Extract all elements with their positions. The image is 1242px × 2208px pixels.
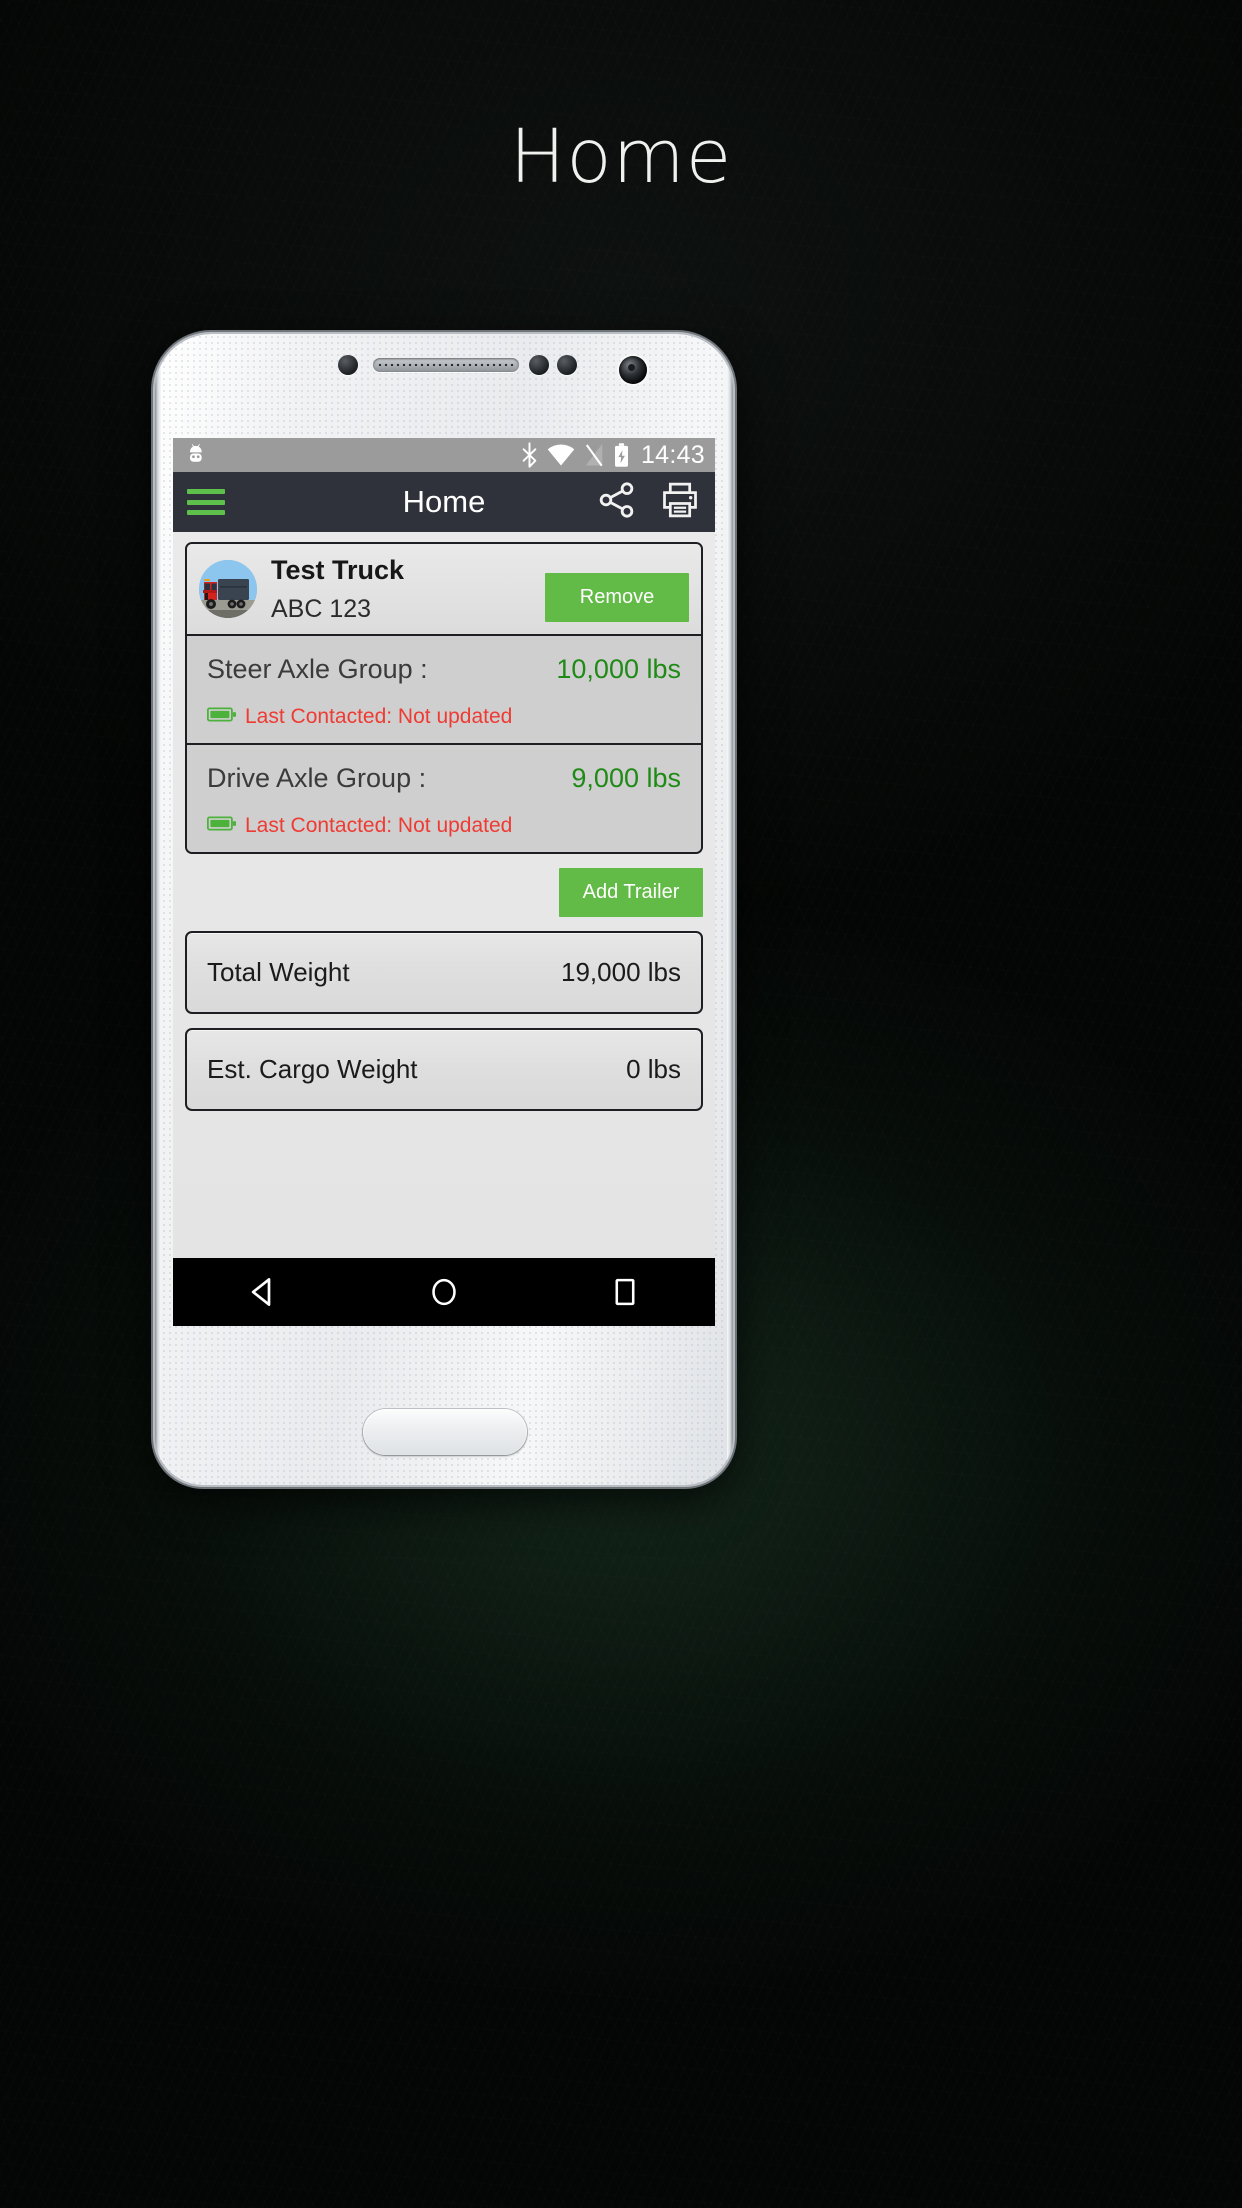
truck-header: Test Truck ABC 123 Remove xyxy=(187,544,701,635)
truck-card: Test Truck ABC 123 Remove Steer Axle Gro… xyxy=(185,542,703,855)
notification-led xyxy=(557,355,577,375)
remove-button-container: Remove xyxy=(545,573,689,624)
axle-group-status: Last Contacted: Not updated xyxy=(206,814,681,838)
hamburger-bar xyxy=(187,499,225,505)
remove-button[interactable]: Remove xyxy=(545,573,689,623)
est-cargo-weight-value: 0 lbs xyxy=(626,1054,681,1085)
axle-group-label: Drive Axle Group : xyxy=(207,763,427,794)
truck-photo xyxy=(199,560,257,619)
status-bar-clock: 14:43 xyxy=(640,440,705,469)
est-cargo-weight-label: Est. Cargo Weight xyxy=(207,1054,418,1085)
wifi-icon xyxy=(547,442,575,468)
battery-charging-icon xyxy=(613,442,630,468)
phone-device-mockup: 14:43 Home Test Truck ABC 123 Remove Ste… xyxy=(155,334,733,1485)
axle-group-summary: Drive Axle Group : 9,000 lbs xyxy=(207,763,681,794)
android-nav-bar xyxy=(173,1258,715,1326)
app-bar: Home xyxy=(173,472,715,532)
truck-info: Test Truck ABC 123 xyxy=(271,554,531,624)
status-bar-notifications xyxy=(185,442,211,468)
back-triangle-icon[interactable] xyxy=(228,1258,298,1326)
axle-group-summary: Steer Axle Group : 10,000 lbs xyxy=(207,654,681,685)
axle-group-row[interactable]: Steer Axle Group : 10,000 lbs Last Conta… xyxy=(187,634,701,744)
axle-group-status-text: Last Contacted: Not updated xyxy=(245,814,513,838)
android-icon xyxy=(185,442,211,468)
axle-group-label: Steer Axle Group : xyxy=(207,654,428,685)
print-icon[interactable] xyxy=(659,480,701,525)
phone-left-edge xyxy=(155,334,161,1485)
add-trailer-row: Add Trailer xyxy=(185,854,703,918)
axle-group-weight: 9,000 lbs xyxy=(571,763,681,794)
main-content: Test Truck ABC 123 Remove Steer Axle Gro… xyxy=(173,532,715,1258)
axle-group-status: Last Contacted: Not updated xyxy=(206,705,681,729)
battery-full-icon xyxy=(206,815,237,837)
truck-plate: ABC 123 xyxy=(271,595,372,624)
est-cargo-weight-card: Est. Cargo Weight 0 lbs xyxy=(185,1028,703,1112)
status-bar-icons: 14:43 xyxy=(521,442,705,468)
status-bar: 14:43 xyxy=(173,438,715,472)
physical-home-button[interactable] xyxy=(363,1409,527,1455)
app-bar-actions xyxy=(597,480,701,525)
phone-screen: 14:43 Home Test Truck ABC 123 Remove Ste… xyxy=(173,438,715,1326)
hamburger-menu-icon[interactable] xyxy=(187,489,225,515)
front-camera-icon xyxy=(619,356,647,384)
page-title: Home xyxy=(509,114,733,200)
signal-off-icon xyxy=(584,442,604,468)
axle-group-status-text: Last Contacted: Not updated xyxy=(245,705,513,729)
phone-right-edge xyxy=(727,334,733,1485)
bluetooth-icon xyxy=(521,442,538,468)
hamburger-bar xyxy=(187,489,225,494)
proximity-sensor xyxy=(338,355,358,375)
battery-full-icon xyxy=(206,706,237,728)
total-weight-label: Total Weight xyxy=(207,957,350,988)
axle-group-row[interactable]: Drive Axle Group : 9,000 lbs Last Contac… xyxy=(187,743,701,853)
home-circle-icon[interactable] xyxy=(409,1258,479,1326)
axle-group-weight: 10,000 lbs xyxy=(556,654,681,685)
light-sensor xyxy=(529,355,549,375)
earpiece-speaker xyxy=(373,358,519,372)
hamburger-bar xyxy=(187,510,225,515)
share-icon[interactable] xyxy=(597,480,637,525)
truck-name: Test Truck xyxy=(271,555,405,585)
add-trailer-button[interactable]: Add Trailer xyxy=(559,868,703,918)
recents-square-icon[interactable] xyxy=(590,1258,660,1326)
total-weight-value: 19,000 lbs xyxy=(561,957,681,988)
total-weight-card: Total Weight 19,000 lbs xyxy=(185,931,703,1015)
